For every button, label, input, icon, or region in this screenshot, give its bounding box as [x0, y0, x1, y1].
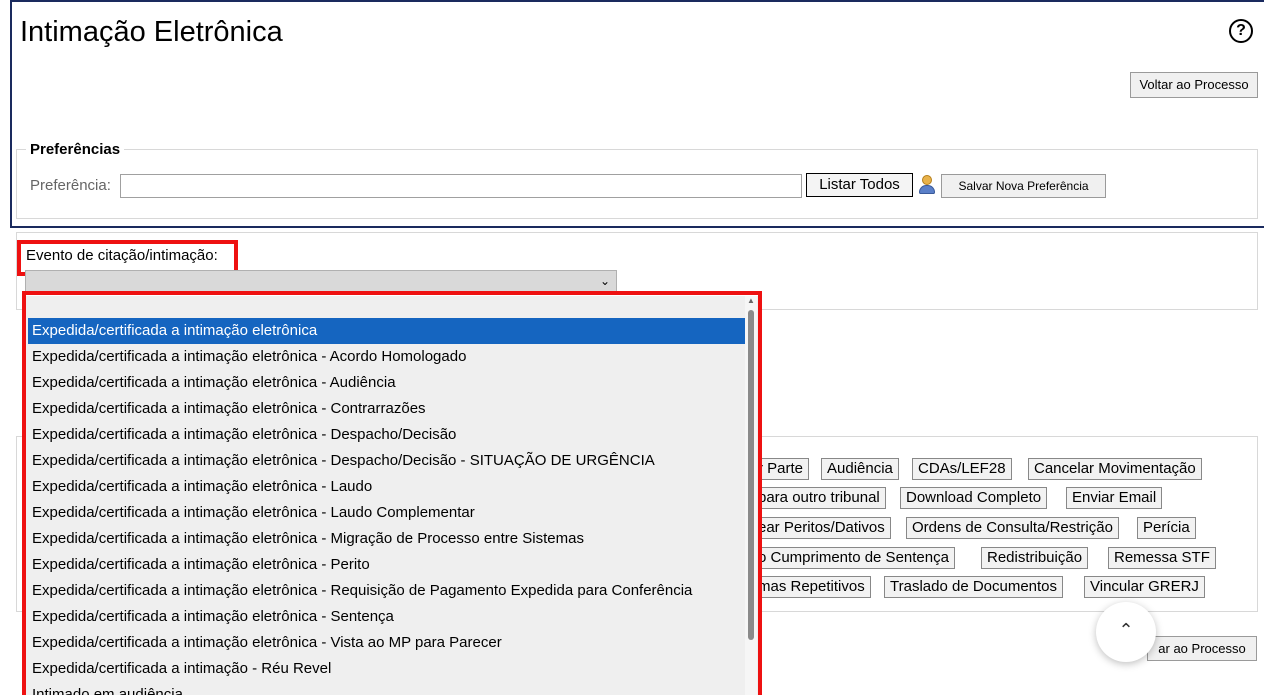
preferencias-legend: Preferências — [26, 141, 125, 158]
page-title: Intimação Eletrônica — [20, 16, 283, 48]
scroll-to-top-button[interactable]: ⌃ — [1096, 602, 1156, 662]
action-button-audiencia[interactable]: Audiência — [821, 458, 899, 480]
action-button-enviar-email[interactable]: Enviar Email — [1066, 487, 1163, 509]
help-circle-icon[interactable]: ? — [1229, 19, 1253, 43]
action-button-ordens-consulta[interactable]: Ordens de Consulta/Restrição — [906, 517, 1119, 539]
dropdown-highlight — [22, 291, 762, 695]
action-button-cumprimento-sentenca[interactable]: o Cumprimento de Sentença — [752, 547, 955, 569]
action-button-vincular-grerj[interactable]: Vincular GRERJ — [1084, 576, 1205, 598]
action-button-pericia[interactable]: Perícia — [1137, 517, 1196, 539]
chevron-down-icon[interactable]: ⌄ — [596, 270, 614, 292]
voltar-ao-processo-bottom-button[interactable]: ar ao Processo — [1147, 636, 1257, 661]
preferencia-input[interactable] — [120, 174, 802, 198]
evento-select[interactable] — [25, 270, 617, 292]
salvar-nova-preferencia-button[interactable]: Salvar Nova Preferência — [941, 174, 1106, 198]
voltar-ao-processo-button[interactable]: Voltar ao Processo — [1130, 72, 1258, 98]
action-button-peritos-dativos[interactable]: ear Peritos/Dativos — [752, 517, 891, 539]
action-button-remessa-stf[interactable]: Remessa STF — [1108, 547, 1216, 569]
action-button-traslado-documentos[interactable]: Traslado de Documentos — [884, 576, 1064, 598]
action-button-redistribuicao[interactable]: Redistribuição — [981, 547, 1089, 569]
action-button-outro-tribunal[interactable]: para outro tribunal — [752, 487, 886, 509]
action-button-cdas[interactable]: CDAs/LEF28 — [912, 458, 1012, 480]
user-icon — [918, 174, 936, 196]
action-button-download-completo[interactable]: Download Completo — [900, 487, 1048, 509]
preferencia-label: Preferência: — [30, 177, 111, 194]
chevron-up-icon: ⌃ — [1118, 620, 1134, 640]
listar-todos-button[interactable]: Listar Todos — [806, 173, 913, 197]
action-button-cancelar-movimentacao[interactable]: Cancelar Movimentação — [1028, 458, 1202, 480]
action-button-temas-repetitivos[interactable]: mas Repetitivos — [752, 576, 871, 598]
